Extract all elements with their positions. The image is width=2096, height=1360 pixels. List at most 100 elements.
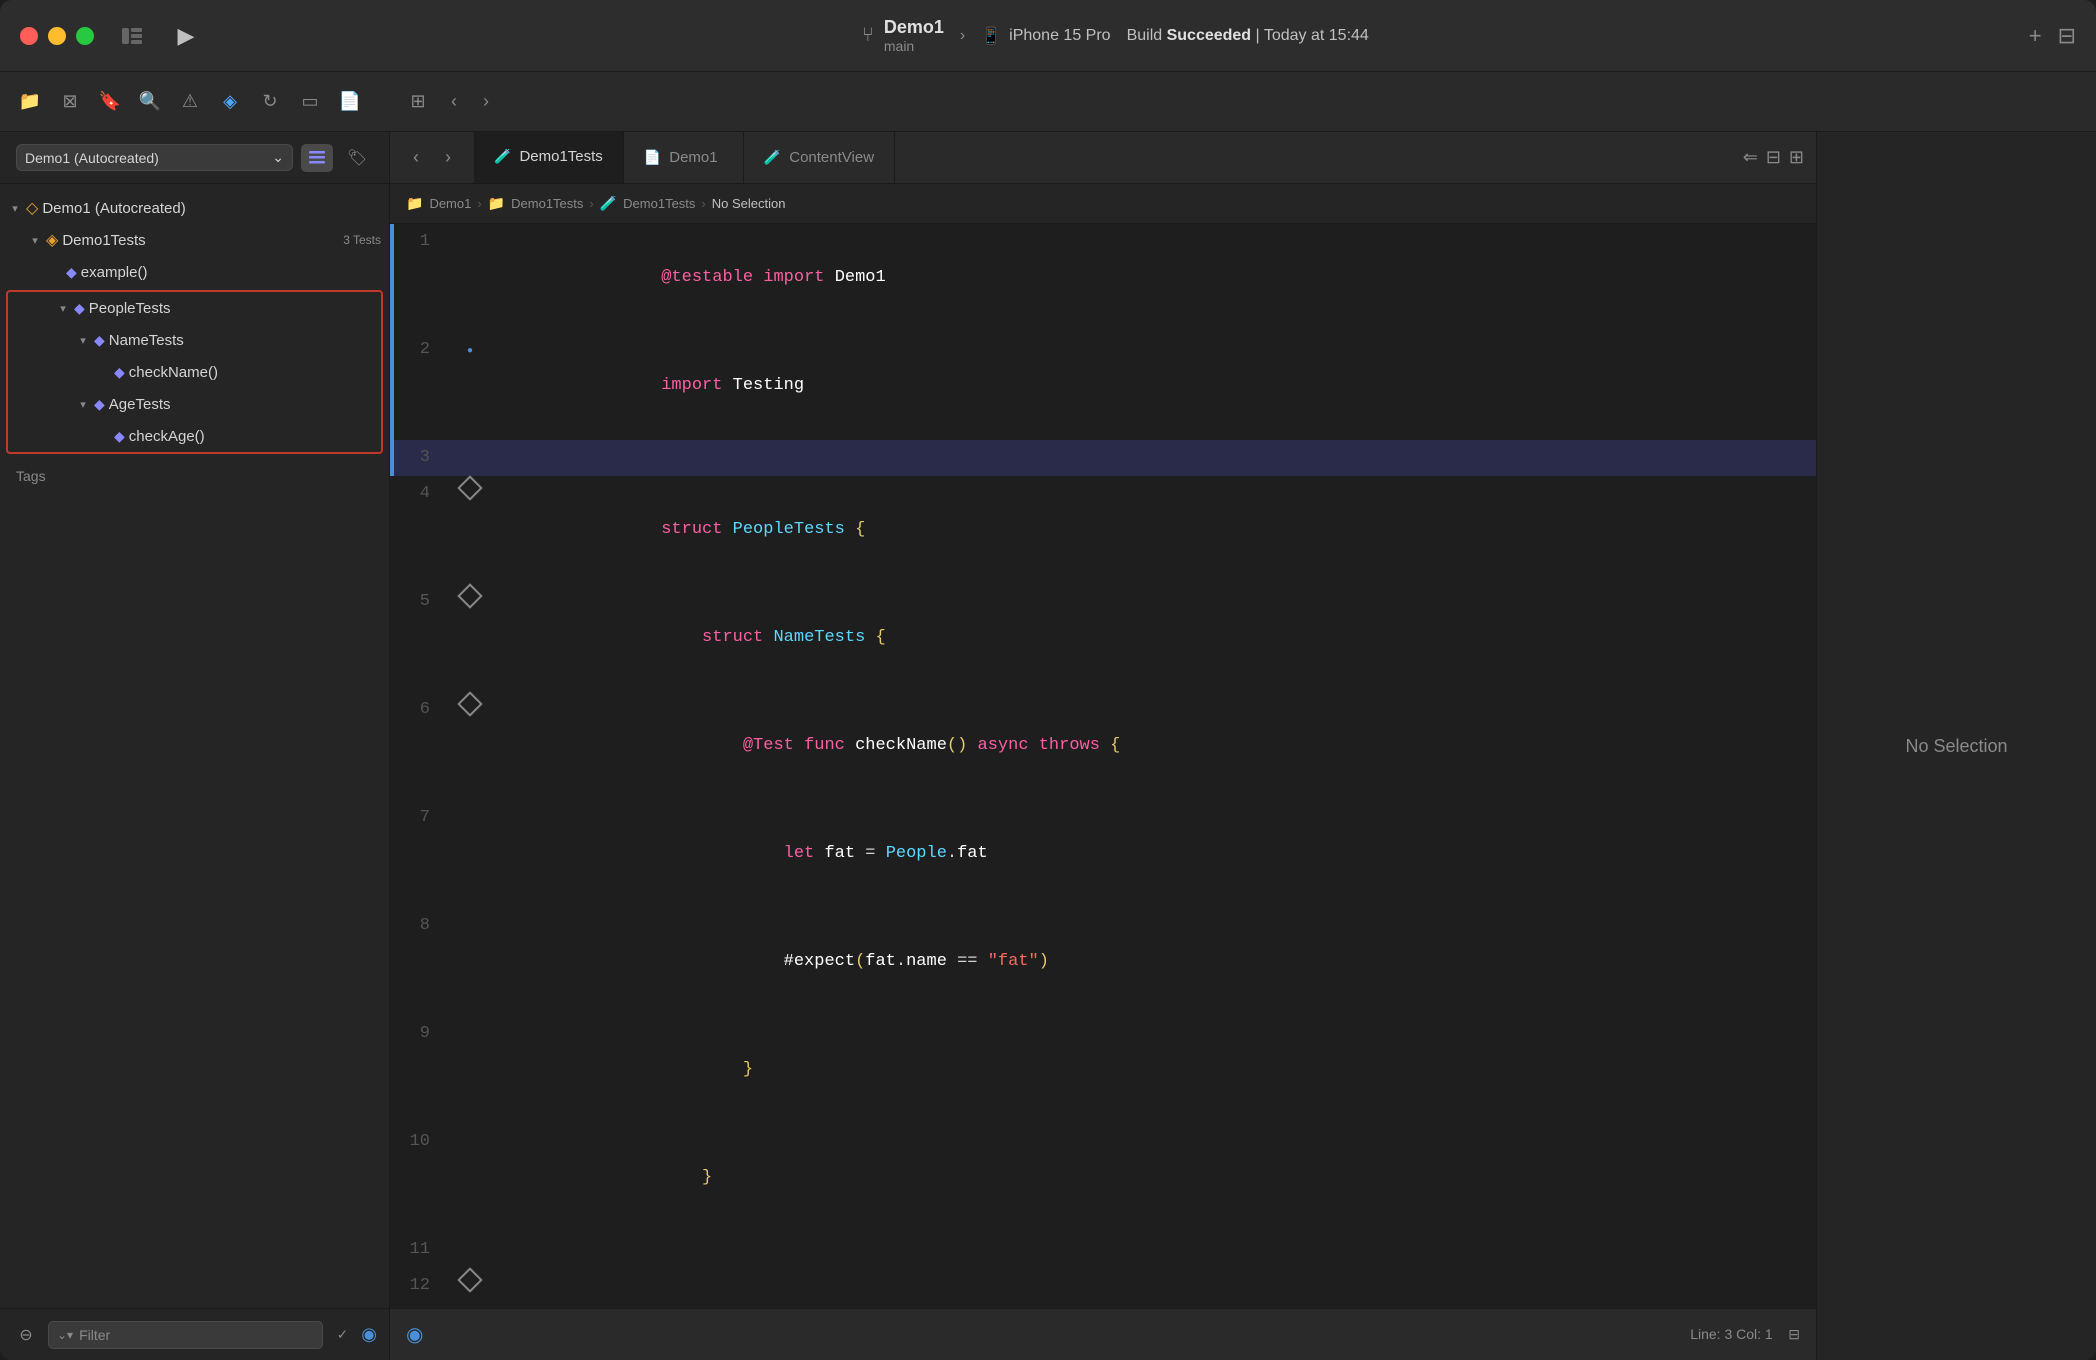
demo1tests-icon: ◈ bbox=[46, 230, 58, 250]
code-line-8: 8 #expect(fat.name == "fat") bbox=[390, 908, 1816, 1016]
tab-demo1[interactable]: 📄 Demo1 bbox=[624, 132, 744, 183]
toolbar-left: 📁 ⊠ 🔖 🔍 ⚠ ◈ ↻ ▭ 📄 bbox=[16, 88, 396, 116]
scope-selector[interactable]: Demo1 (Autocreated) ⌄ bbox=[16, 144, 293, 171]
tag-button[interactable]: 🏷 bbox=[341, 144, 373, 172]
code-table: 1 @testable import Demo1 2 bbox=[390, 224, 1816, 1308]
line-gutter bbox=[450, 800, 490, 908]
inspector-panel: No Selection bbox=[1816, 132, 2096, 1360]
demo1-icon: ◇ bbox=[26, 198, 38, 218]
code-line-11: 11 bbox=[390, 1232, 1816, 1268]
line-body: struct AgeTests { bbox=[490, 1268, 1816, 1308]
file-tree: ▾ ◇ Demo1 (Autocreated) ▾ ◈ Demo1Tests 3… bbox=[0, 184, 389, 1308]
tab-demo1tests[interactable]: 🧪 Demo1Tests bbox=[474, 132, 624, 183]
tree-item-checkage[interactable]: ◆ checkAge() bbox=[8, 420, 381, 452]
nametests-icon: ◆ bbox=[94, 332, 105, 349]
line-gutter bbox=[450, 1016, 490, 1124]
split-left-icon[interactable]: ⇐ bbox=[1743, 147, 1758, 168]
folder-icon[interactable]: 📁 bbox=[16, 88, 44, 116]
code-line-2: 2 ● import Testing bbox=[390, 332, 1816, 440]
chevron-icon: ▾ bbox=[76, 398, 90, 411]
search-icon[interactable]: 🔍 bbox=[136, 88, 164, 116]
tree-item-peopletests[interactable]: ▾ ◆ PeopleTests bbox=[8, 292, 381, 324]
chevron-down-icon: ⌄ bbox=[272, 149, 284, 166]
layout-icon[interactable]: ⊟ bbox=[2058, 23, 2076, 49]
breadcrumb-demo1[interactable]: Demo1 bbox=[429, 196, 471, 211]
line-body: struct NameTests { bbox=[490, 584, 1816, 692]
flow-icon[interactable]: ↻ bbox=[256, 88, 284, 116]
selection-box: ▾ ◆ PeopleTests ▾ ◆ NameTests ◆ che bbox=[6, 290, 383, 454]
filter-confirm-button[interactable]: ✓ bbox=[331, 1324, 353, 1346]
x-square-icon[interactable]: ⊠ bbox=[56, 88, 84, 116]
back-icon[interactable]: ‹ bbox=[440, 88, 468, 116]
tab-label: Demo1Tests bbox=[519, 148, 602, 165]
sidebar: Demo1 (Autocreated) ⌄ 🏷 ▾ ◇ bbox=[0, 132, 390, 1360]
editor-tabs: 🧪 Demo1Tests 📄 Demo1 🧪 ContentView bbox=[474, 132, 1731, 183]
filter-options-icon[interactable]: ◉ bbox=[361, 1324, 377, 1345]
chevron-icon: ▾ bbox=[56, 302, 70, 315]
tags-section: Tags bbox=[0, 456, 389, 496]
line-number: 4 bbox=[390, 476, 450, 584]
titlebar-right: + ⊟ bbox=[2029, 23, 2076, 49]
tree-label: checkAge() bbox=[129, 428, 373, 445]
line-body bbox=[490, 440, 1816, 476]
layout-expand-icon[interactable]: ⊟ bbox=[1788, 1326, 1800, 1342]
list-view-button[interactable] bbox=[301, 144, 333, 172]
line-body: } bbox=[490, 1016, 1816, 1124]
run-button[interactable]: ▶ bbox=[170, 20, 202, 52]
editor-layout-icon[interactable]: ⊟ bbox=[1766, 147, 1781, 168]
tree-item-demo1[interactable]: ▾ ◇ Demo1 (Autocreated) bbox=[0, 192, 389, 224]
tree-item-demo1tests[interactable]: ▾ ◈ Demo1Tests 3 Tests bbox=[0, 224, 389, 256]
tab-label: ContentView bbox=[789, 149, 874, 166]
line-gutter bbox=[450, 692, 490, 800]
forward-icon[interactable]: › bbox=[472, 88, 500, 116]
tree-item-example[interactable]: ◆ example() bbox=[0, 256, 389, 288]
close-button[interactable] bbox=[20, 27, 38, 45]
scheme-name: Demo1 bbox=[884, 17, 944, 38]
breadcrumb-sep2: › bbox=[589, 196, 593, 211]
diamond-active-icon[interactable]: ◈ bbox=[216, 88, 244, 116]
nav-back-button[interactable]: ‹ bbox=[402, 144, 430, 172]
no-selection-label: No Selection bbox=[1905, 736, 2007, 757]
status-left: ◉ bbox=[406, 1322, 423, 1347]
breadcrumb-icon2: 📁 bbox=[488, 195, 505, 212]
breadcrumb-demo1tests-folder[interactable]: Demo1Tests bbox=[511, 196, 583, 211]
tab-contentview[interactable]: 🧪 ContentView bbox=[744, 132, 895, 183]
chevron-icon: ▾ bbox=[76, 334, 90, 347]
device-icon: 📱 bbox=[981, 26, 1001, 46]
grid-icon[interactable]: ⊞ bbox=[404, 88, 432, 116]
separator-1: › bbox=[960, 27, 965, 45]
line-gutter bbox=[450, 908, 490, 1016]
tab-icon: 📄 bbox=[644, 149, 661, 166]
warning-icon[interactable]: ⚠ bbox=[176, 88, 204, 116]
line-gutter bbox=[450, 1268, 490, 1308]
sidebar-toggle-button[interactable] bbox=[114, 22, 150, 50]
code-area[interactable]: 1 @testable import Demo1 2 bbox=[390, 224, 1816, 1308]
bookmark-icon[interactable]: 🔖 bbox=[96, 88, 124, 116]
device-info[interactable]: 📱 iPhone 15 Pro bbox=[981, 26, 1110, 46]
sidebar-collapse-button[interactable]: ⊖ bbox=[12, 1321, 40, 1349]
tree-item-checkname[interactable]: ◆ checkName() bbox=[8, 356, 381, 388]
line-number: 8 bbox=[390, 908, 450, 1016]
line-body: } bbox=[490, 1124, 1816, 1232]
nav-buttons: ‹ › bbox=[440, 88, 500, 116]
code-line-12: 12 struct AgeTests { bbox=[390, 1268, 1816, 1308]
code-line-9: 9 } bbox=[390, 1016, 1816, 1124]
tree-label: example() bbox=[81, 264, 381, 281]
tree-item-nametests[interactable]: ▾ ◆ NameTests bbox=[8, 324, 381, 356]
line-number: 9 bbox=[390, 1016, 450, 1124]
minimize-button[interactable] bbox=[48, 27, 66, 45]
toolbar-right: ⊞ ‹ › bbox=[404, 88, 2080, 116]
inspector-icon[interactable]: ⊞ bbox=[1789, 147, 1804, 168]
breadcrumb-demo1tests-file[interactable]: Demo1Tests bbox=[623, 196, 695, 211]
status-icon: ◉ bbox=[406, 1322, 423, 1347]
code-line-1: 1 @testable import Demo1 bbox=[390, 224, 1816, 332]
tree-item-agetests[interactable]: ▾ ◆ AgeTests bbox=[8, 388, 381, 420]
rect-icon[interactable]: ▭ bbox=[296, 88, 324, 116]
device-name: iPhone 15 Pro bbox=[1009, 27, 1110, 45]
add-icon[interactable]: + bbox=[2029, 23, 2042, 49]
zoom-button[interactable] bbox=[76, 27, 94, 45]
status-bar: ◉ Line: 3 Col: 1 ⊟ bbox=[390, 1308, 1816, 1360]
doc-icon[interactable]: 📄 bbox=[336, 88, 364, 116]
line-body: @Test func checkName() async throws { bbox=[490, 692, 1816, 800]
nav-forward-button[interactable]: › bbox=[434, 144, 462, 172]
